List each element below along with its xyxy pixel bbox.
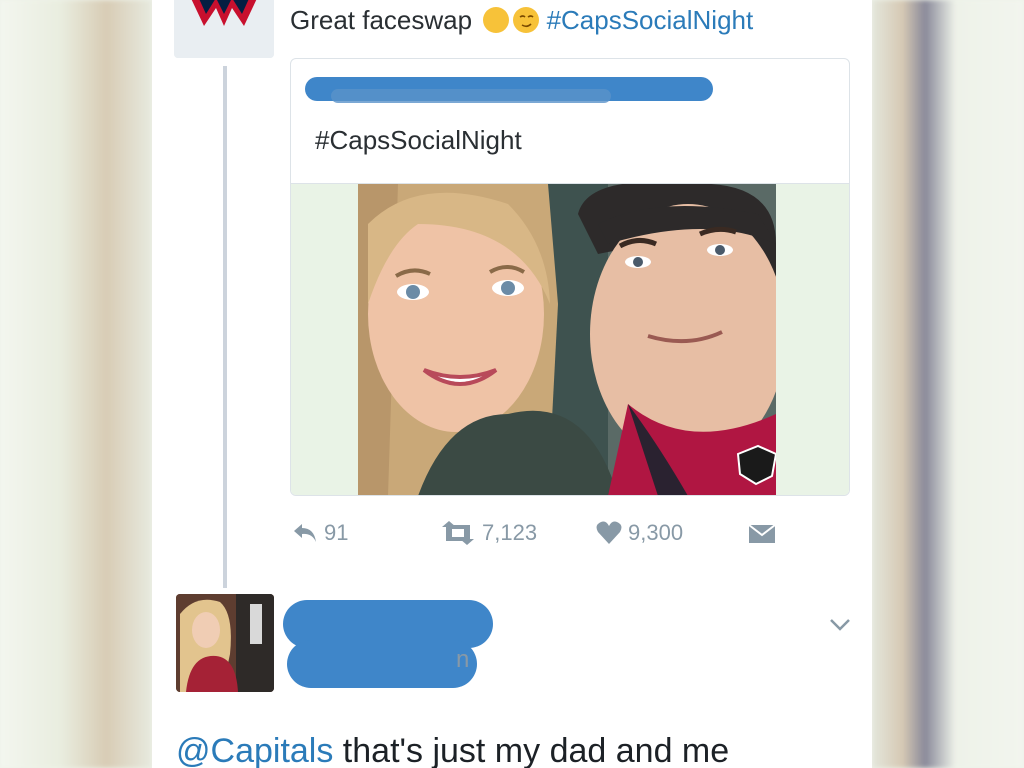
tweet-text: Great faceswap #CapsSocialNight xyxy=(290,5,753,36)
thread-line xyxy=(223,66,227,588)
redacted-handle-mark xyxy=(331,89,611,103)
reply-count: 91 xyxy=(324,520,349,545)
reply-handle-fragment: n xyxy=(456,646,470,673)
reply-action[interactable]: 91 xyxy=(292,520,348,546)
reply-user-avatar[interactable] xyxy=(176,594,274,692)
selfie-photo[interactable] xyxy=(358,184,776,495)
quoted-media[interactable] xyxy=(291,183,849,495)
like-count: 9,300 xyxy=(628,520,684,545)
ok-hand-emoji-icon xyxy=(483,7,510,33)
more-options-chevron-down-icon[interactable] xyxy=(829,618,851,637)
like-action[interactable]: 9,300 xyxy=(596,520,683,546)
redacted-reply-handle-mark xyxy=(287,640,477,688)
retweet-action[interactable]: 7,123 xyxy=(440,520,537,546)
tweet-text-body: Great faceswap xyxy=(290,5,473,35)
capitals-mention-link[interactable]: @Capitals xyxy=(176,732,333,768)
hashtag-link[interactable]: #CapsSocialNight xyxy=(547,5,754,35)
reply-icon xyxy=(294,524,316,542)
background-right-blur xyxy=(872,0,1024,768)
envelope-icon xyxy=(748,524,776,543)
heart-icon xyxy=(596,521,622,544)
smirk-emoji-icon xyxy=(513,7,540,33)
capitals-avatar[interactable] xyxy=(174,0,274,58)
reply-tweet-text: @Capitals that's just my dad and me xyxy=(176,732,729,768)
retweet-icon xyxy=(442,521,474,545)
tweet-thread-card: Great faceswap #CapsSocialNight #CapsSoc… xyxy=(152,0,872,768)
quoted-tweet-text[interactable]: #CapsSocialNight xyxy=(315,125,522,156)
direct-message-action[interactable] xyxy=(748,524,776,544)
tweet-actions: 91 7,123 9,300 xyxy=(292,520,852,550)
retweet-count: 7,123 xyxy=(482,520,538,545)
background-left-blur xyxy=(0,0,152,768)
quoted-tweet[interactable]: #CapsSocialNight xyxy=(290,58,850,496)
reply-text-body: that's just my dad and me xyxy=(333,732,730,768)
